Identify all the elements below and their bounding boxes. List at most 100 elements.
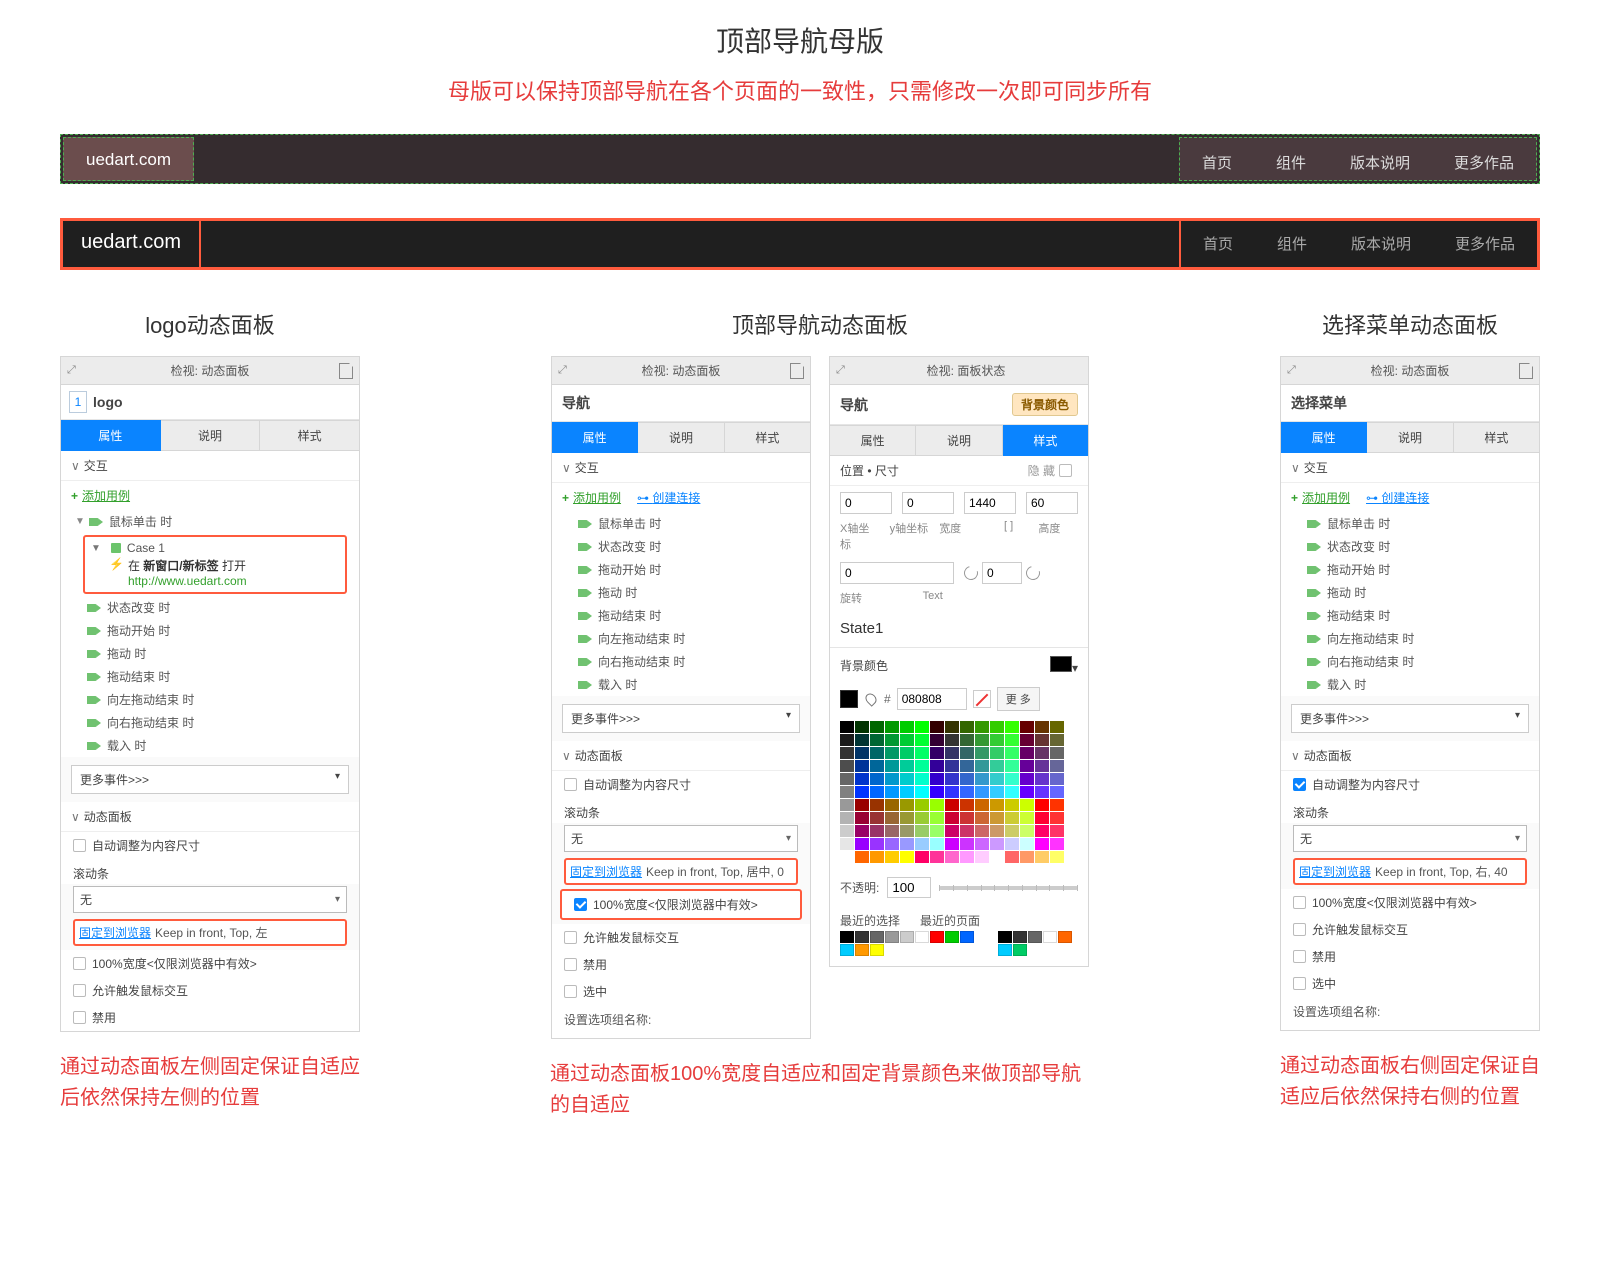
palette-color[interactable] [870,838,884,850]
palette-color[interactable] [915,760,929,772]
palette-color[interactable] [870,851,884,863]
case-action[interactable]: 在 新窗口/新标签 打开 http://www.uedart.com [128,557,339,588]
palette-color[interactable] [945,799,959,811]
palette-color[interactable] [1020,773,1034,785]
tab-style[interactable]: 样式 [260,420,359,451]
palette-color[interactable] [975,721,989,733]
palette-color[interactable] [975,825,989,837]
full-width-checkbox[interactable] [1293,896,1306,909]
palette-color[interactable] [1050,799,1064,811]
hex-input[interactable] [897,688,967,710]
palette-color[interactable] [930,747,944,759]
palette-color[interactable] [1050,773,1064,785]
palette-color[interactable] [990,760,1004,772]
palette-color[interactable] [870,825,884,837]
panel-index[interactable]: 1 [69,391,87,413]
more-colors-button[interactable]: 更 多 [997,687,1040,711]
pin-link[interactable]: 固定到浏览器 [570,863,642,880]
palette-color[interactable] [1035,760,1049,772]
y-input[interactable] [902,492,954,514]
palette-color[interactable] [1005,799,1019,811]
plus-icon[interactable]: + [1291,491,1298,505]
palette-color[interactable] [915,838,929,850]
palette-color[interactable] [915,747,929,759]
scrollbar-select[interactable]: 无▾ [564,825,798,852]
palette-color[interactable] [960,799,974,811]
palette-color[interactable] [1005,812,1019,824]
palette-color[interactable] [870,812,884,824]
palette-color[interactable] [840,734,854,746]
palette-color[interactable] [990,773,1004,785]
more-events-dropdown[interactable]: 更多事件>>>▾ [1291,704,1529,733]
palette-color[interactable] [975,760,989,772]
palette-color[interactable] [1035,773,1049,785]
palette-color[interactable] [840,760,854,772]
palette-color[interactable] [930,773,944,785]
event-drag-right-end[interactable]: 向右拖动结束 时 [107,714,194,731]
palette-color[interactable] [945,721,959,733]
palette-color[interactable] [1050,812,1064,824]
plus-icon[interactable]: + [71,489,78,503]
palette-color[interactable] [930,825,944,837]
tab-desc[interactable]: 说明 [916,425,1002,456]
doc-icon[interactable] [339,363,353,379]
palette-color[interactable] [1035,747,1049,759]
event-state-change[interactable]: 状态改变 时 [107,599,170,616]
palette-color[interactable] [1005,786,1019,798]
text-rot-input[interactable] [982,562,1022,584]
nav-item[interactable]: 更多作品 [1432,138,1536,180]
palette-color[interactable] [855,760,869,772]
recent-color[interactable] [870,931,884,943]
palette-color[interactable] [945,786,959,798]
palette-color[interactable] [930,721,944,733]
palette-color[interactable] [870,760,884,772]
palette-color[interactable] [990,851,1004,863]
palette-color[interactable] [1050,760,1064,772]
event-drag-left-end[interactable]: 向左拖动结束 时 [107,691,194,708]
palette-color[interactable] [945,825,959,837]
palette-color[interactable] [840,812,854,824]
palette-color[interactable] [1020,799,1034,811]
panel-name[interactable]: 导航 [840,395,868,415]
palette-color[interactable] [1050,825,1064,837]
palette-color[interactable] [960,812,974,824]
palette-color[interactable] [900,773,914,785]
palette-color[interactable] [1020,812,1034,824]
create-link[interactable]: ⊶ 创建连接 [1366,489,1429,506]
recent-color[interactable] [1028,931,1042,943]
palette-color[interactable] [885,825,899,837]
palette-color[interactable] [1035,786,1049,798]
doc-icon[interactable] [1519,363,1533,379]
palette-color[interactable] [945,838,959,850]
palette-color[interactable] [990,838,1004,850]
palette-color[interactable] [855,721,869,733]
palette-color[interactable] [885,799,899,811]
palette-color[interactable] [855,812,869,824]
state1-label[interactable]: State1 [830,610,1088,648]
h-input[interactable] [1026,492,1078,514]
more-events-dropdown[interactable]: 更多事件>>>▾ [562,704,800,733]
palette-color[interactable] [870,799,884,811]
palette-color[interactable] [990,799,1004,811]
palette-color[interactable] [915,734,929,746]
allow-mouse-checkbox[interactable] [1293,923,1306,936]
nav-item[interactable]: 组件 [1254,138,1328,180]
palette-color[interactable] [1050,747,1064,759]
palette-color[interactable] [915,773,929,785]
palette-color[interactable] [1005,721,1019,733]
scrollbar-select[interactable]: 无▾ [73,886,347,913]
pin-link[interactable]: 固定到浏览器 [1299,863,1371,880]
auto-size-checkbox[interactable] [564,778,577,791]
scrollbar-select[interactable]: 无▾ [1293,825,1527,852]
plus-icon[interactable]: + [562,491,569,505]
palette-color[interactable] [1035,721,1049,733]
palette-color[interactable] [1050,734,1064,746]
more-events-dropdown[interactable]: 更多事件>>>▾ [71,765,349,794]
no-fill-swatch[interactable] [973,690,991,708]
opacity-slider[interactable] [939,886,1078,890]
logo-live[interactable]: uedart.com [61,219,201,269]
palette-color[interactable] [960,838,974,850]
palette-color[interactable] [915,799,929,811]
palette-color[interactable] [840,799,854,811]
rot-input[interactable] [840,562,954,584]
